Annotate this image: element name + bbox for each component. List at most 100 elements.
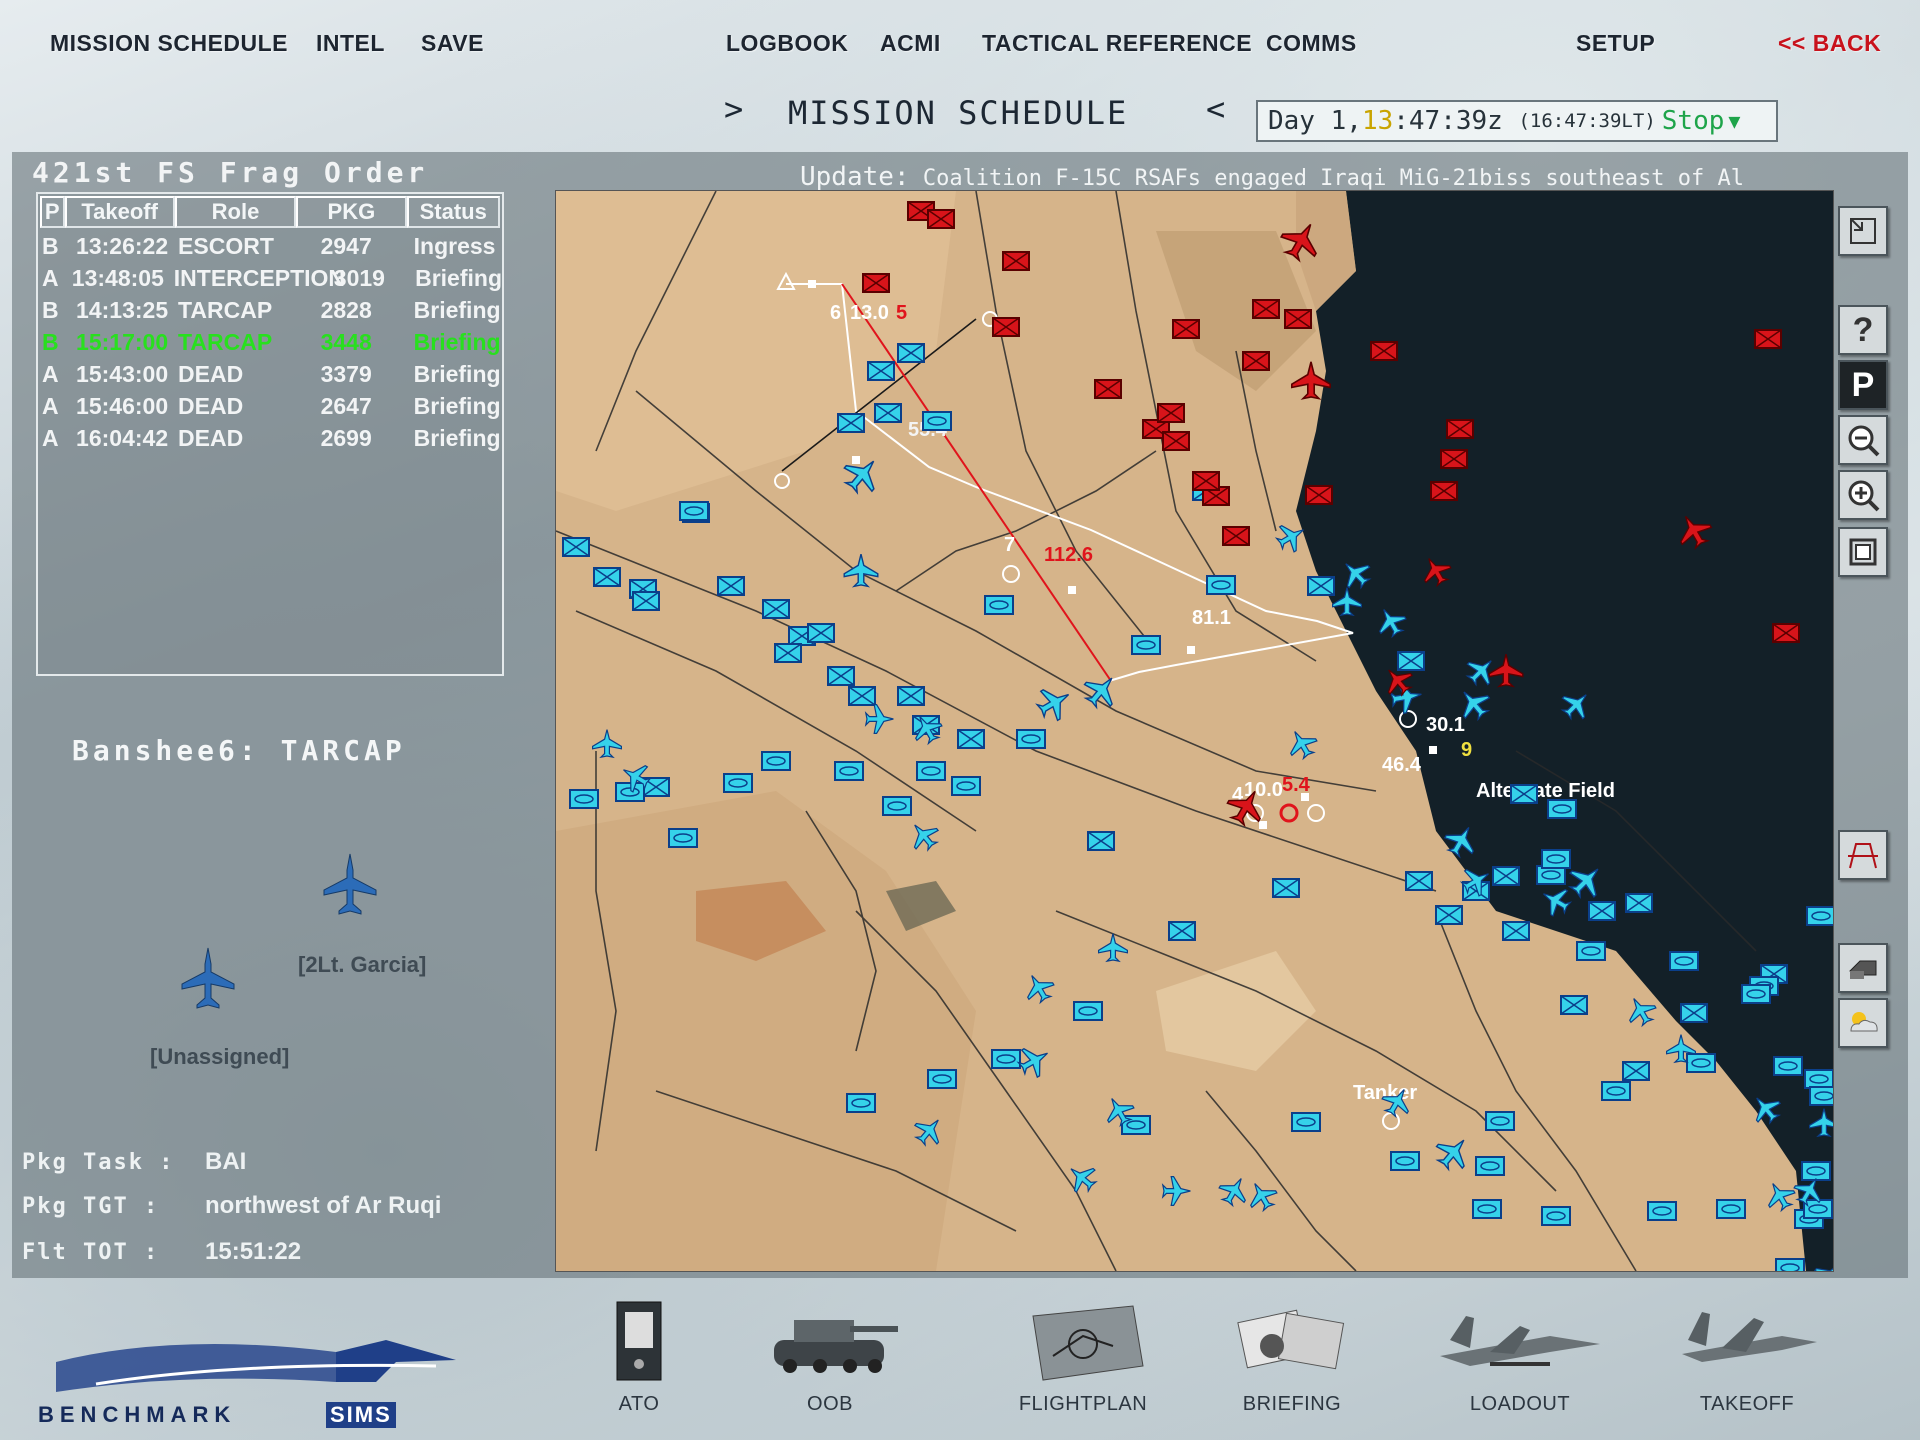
zoom-in-icon[interactable]	[1838, 470, 1888, 520]
frag-cell-role: TARCAP	[178, 296, 273, 323]
resize-icon[interactable]	[1838, 206, 1888, 256]
loadout-jet-icon	[1440, 1316, 1600, 1366]
nav-save[interactable]: SAVE	[421, 30, 484, 66]
frag-row[interactable]: B 15:17:00 TARCAP 3448 Briefing	[38, 326, 502, 358]
nav-comms[interactable]: COMMS	[1266, 30, 1357, 66]
dock-loadout[interactable]: LOADOUT	[1430, 1296, 1610, 1416]
weather-icon[interactable]	[1838, 998, 1888, 1048]
update-label: Update:	[800, 162, 910, 192]
distance-81-label: 81.1	[1192, 607, 1231, 629]
frag-row[interactable]: B 14:13:25 TARCAP 2828 Briefing	[38, 294, 502, 326]
frag-cell-role: INTERCEPTION	[173, 264, 346, 291]
frag-cell-pkg: 3019	[333, 264, 385, 291]
frag-row[interactable]: A 15:43:00 DEAD 3379 Briefing	[38, 358, 502, 390]
wp6-label: 6	[830, 302, 841, 324]
threat-icon[interactable]	[1838, 830, 1888, 880]
page-title: MISSION SCHEDULE	[788, 94, 1129, 132]
frag-cell-pkg: 3448	[320, 328, 372, 355]
frag-cell-takeoff: 13:26:22	[76, 232, 169, 259]
pilot1-name: [2Lt. Garcia]	[298, 952, 427, 977]
oob-tank-icon	[774, 1320, 898, 1373]
nav-mission-schedule[interactable]: MISSION SCHEDULE	[50, 30, 288, 66]
frag-cell-takeoff: 14:13:25	[76, 296, 169, 323]
frag-row[interactable]: A 16:04:42 DEAD 2699 Briefing	[38, 422, 502, 454]
clock-hour: 13	[1361, 106, 1394, 136]
dock-ato[interactable]: ATO	[594, 1296, 684, 1416]
update-ticker: Update: Coalition F-15C RSAFs engaged Ir…	[800, 162, 1744, 192]
frag-order-title: 421st FS Frag Order	[32, 156, 429, 189]
wp5-label: 5	[896, 302, 907, 324]
pilot1-jet-icon[interactable]	[322, 852, 378, 916]
ato-binder-icon	[616, 1301, 662, 1381]
dock-briefing[interactable]: BRIEFING	[1222, 1296, 1362, 1416]
col-header-pkg[interactable]: PKG	[296, 196, 407, 228]
frag-row[interactable]: A 15:46:00 DEAD 2647 Briefing	[38, 390, 502, 422]
nav-intel[interactable]: INTEL	[316, 30, 385, 66]
flight-title: Banshee6: TARCAP	[72, 734, 406, 767]
campaign-map[interactable]: 6 13.0 5 55.4 7 112.6 81.1 30.1 46.4 9 4…	[555, 190, 1834, 1272]
pilot2-jet-icon[interactable]	[180, 946, 236, 1010]
benchmark-sims-logo: BENCHMARK SIMS	[36, 1322, 456, 1428]
flt-tot-label: Flt TOT :	[22, 1240, 160, 1265]
frag-cell-role: TARCAP	[178, 328, 273, 355]
dock-oob-label: OOB	[807, 1393, 853, 1415]
nav-tactical-reference[interactable]: TACTICAL REFERENCE	[982, 30, 1252, 66]
distance-46-label: 46.4	[1382, 754, 1422, 776]
wp7-label: 7	[1004, 534, 1015, 556]
frag-cell-status: Briefing	[413, 360, 501, 387]
col-header-p[interactable]: P	[40, 196, 65, 228]
frag-cell-p: A	[42, 424, 59, 451]
fit-icon[interactable]	[1838, 527, 1888, 577]
units-icon[interactable]	[1838, 943, 1888, 993]
frag-cell-pkg: 3379	[320, 360, 372, 387]
logo-text-sims: SIMS	[326, 1402, 396, 1428]
nav-back[interactable]: << BACK	[1778, 30, 1881, 66]
dock-oob[interactable]: OOB	[760, 1296, 900, 1416]
clock-time: :47:39z	[1393, 106, 1503, 136]
frag-cell-p: B	[42, 296, 59, 323]
clock-stop-button[interactable]: Stop	[1662, 106, 1725, 136]
frag-cell-role: DEAD	[178, 360, 244, 387]
pkg-tgt-value: northwest of Ar Ruqi	[205, 1192, 442, 1219]
frag-row[interactable]: A 13:48:05 INTERCEPTION 3019 Briefing	[38, 262, 502, 294]
frag-cell-takeoff: 15:17:00	[76, 328, 169, 355]
frag-row[interactable]: B 13:26:22 ESCORT 2947 Ingress	[38, 230, 502, 262]
logo-text: BENCHMARK	[38, 1402, 237, 1427]
frag-cell-status: Ingress	[413, 232, 496, 259]
nav-setup[interactable]: SETUP	[1576, 30, 1655, 66]
frag-cell-takeoff: 15:43:00	[76, 360, 169, 387]
dock-ato-label: ATO	[618, 1393, 660, 1415]
flt-tot-value: 15:51:22	[205, 1238, 302, 1265]
pilot2-name: [Unassigned]	[150, 1044, 290, 1069]
takeoff-jet-icon	[1682, 1312, 1817, 1362]
frag-order-table: P Takeoff Role PKG Status B 13:26:22 ESCOR…	[36, 192, 504, 676]
alternate-field-label: Alternate Field	[1476, 780, 1615, 802]
dock-briefing-label: BRIEFING	[1242, 1393, 1342, 1415]
frag-cell-status: Briefing	[415, 264, 502, 291]
frag-cell-p: A	[42, 392, 59, 419]
pkg-task-value: BAI	[205, 1148, 247, 1175]
col-header-takeoff[interactable]: Takeoff	[64, 196, 175, 228]
frag-cell-p: A	[42, 360, 59, 387]
col-header-role[interactable]: Role	[174, 196, 297, 228]
frag-cell-status: Briefing	[413, 392, 501, 419]
dock-takeoff[interactable]: TAKEOFF	[1672, 1296, 1822, 1416]
dock-loadout-label: LOADOUT	[1469, 1393, 1571, 1415]
zoom-out-icon[interactable]	[1838, 415, 1888, 465]
nav-acmi[interactable]: ACMI	[880, 30, 941, 66]
map-canvas[interactable]: 6 13.0 5 55.4 7 112.6 81.1 30.1 46.4 9 4…	[556, 191, 1833, 1271]
clock-local-time: (16:47:39LT)	[1518, 110, 1656, 132]
dock-flightplan-label: FLIGHTPLAN	[1018, 1393, 1148, 1415]
frag-cell-status: Briefing	[413, 296, 501, 323]
wp6-alt-label: 13.0	[850, 302, 889, 324]
chevron-down-icon[interactable]: ▼	[1728, 109, 1740, 133]
parking-icon[interactable]: P	[1838, 360, 1888, 410]
dock-takeoff-label: TAKEOFF	[1699, 1393, 1795, 1415]
dock-flightplan[interactable]: FLIGHTPLAN	[1008, 1296, 1158, 1416]
flightplan-map-icon	[1032, 1305, 1144, 1381]
nav-logbook[interactable]: LOGBOOK	[726, 30, 848, 66]
help-icon[interactable]: ?	[1838, 305, 1888, 355]
pkg-tgt-label: Pkg TGT :	[22, 1194, 160, 1219]
col-header-status[interactable]: Status	[406, 196, 500, 228]
frag-cell-role: DEAD	[178, 424, 244, 451]
